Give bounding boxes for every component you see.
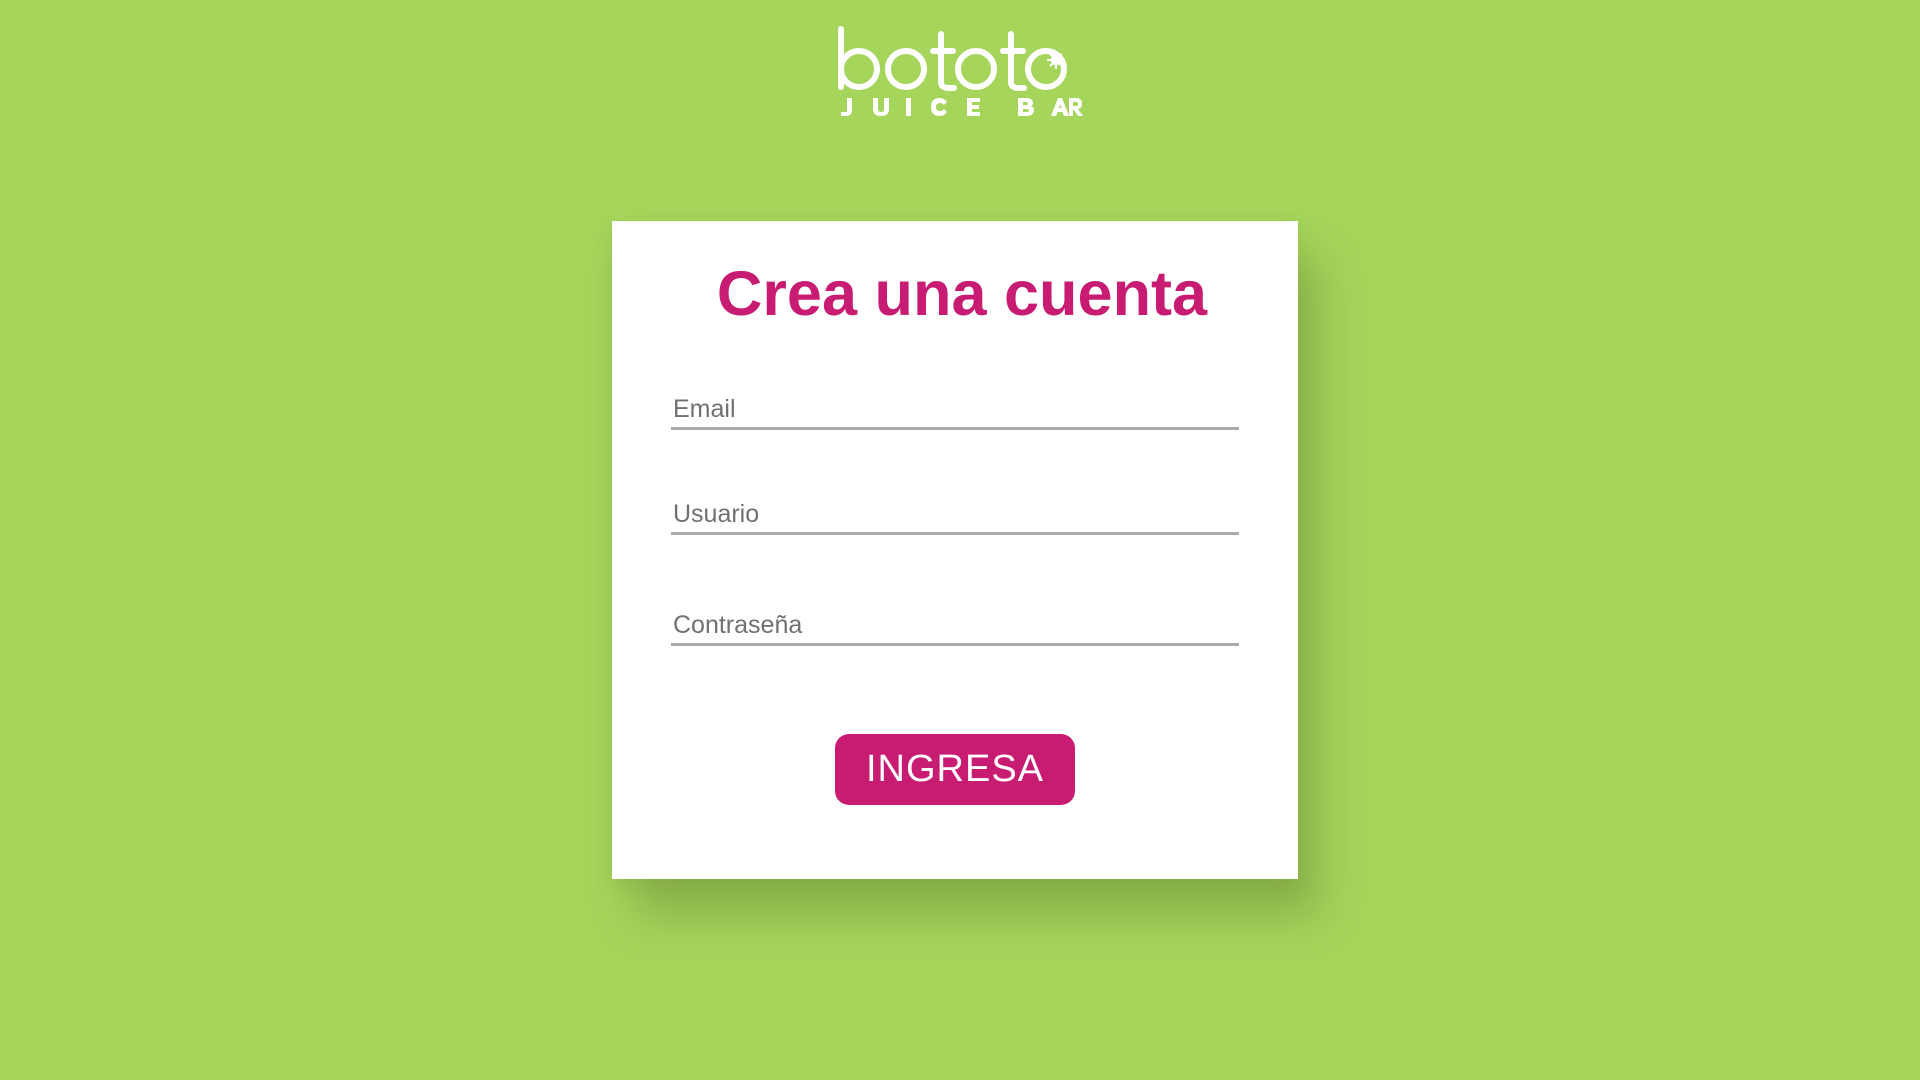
username-field-wrapper xyxy=(671,496,1239,535)
username-input[interactable] xyxy=(671,496,1239,535)
tagline-letters xyxy=(841,98,1083,116)
password-field-wrapper xyxy=(671,607,1239,646)
signup-card: Crea una cuenta INGRESA xyxy=(612,221,1298,879)
bototo-logo xyxy=(838,26,1083,116)
form-title: Crea una cuenta xyxy=(716,259,1208,329)
email-field-wrapper xyxy=(671,391,1239,430)
password-input[interactable] xyxy=(671,607,1239,646)
brand-logo xyxy=(835,26,1085,118)
email-input[interactable] xyxy=(671,391,1239,430)
ingresa-button[interactable]: INGRESA xyxy=(835,734,1075,805)
